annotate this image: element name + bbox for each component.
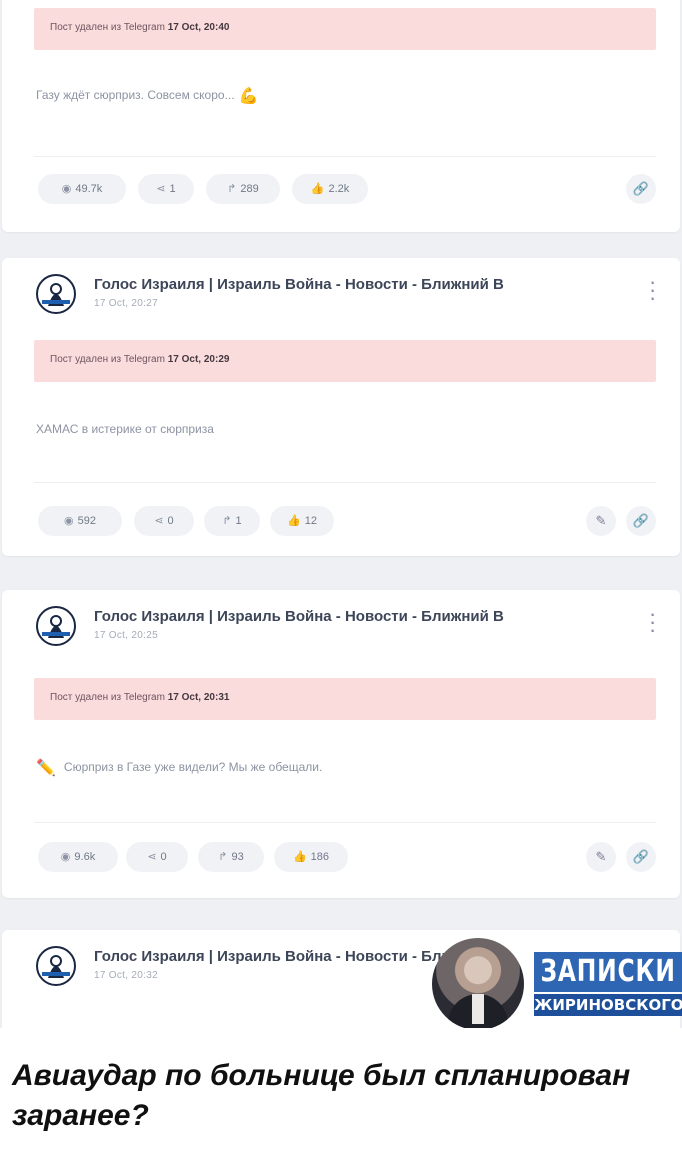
channel-header: Голос Израиля | Израиль Война - Новости …	[36, 606, 656, 650]
thumbs-up-icon: 👍	[310, 183, 325, 195]
post-stats: ◉ 49.7k ⋖ 1 ↱ 289 👍 2.2k 🔗	[38, 174, 658, 204]
meme-caption: Авиаудар по больнице был спланирован зар…	[12, 1059, 631, 1132]
eye-icon: ◉	[61, 183, 72, 195]
divider	[34, 156, 656, 157]
deleted-time: 17 Oct, 20:31	[167, 692, 230, 703]
channel-header: Голос Израиля | Израиль Война - Новости …	[36, 274, 656, 318]
forward-icon: ↱	[222, 515, 232, 527]
pencil-icon: ✏️	[36, 760, 56, 777]
post-card: Пост удален из Telegram 17 Oct, 20:40 Га…	[2, 0, 680, 232]
forwards-stat: ↱ 1	[204, 506, 260, 536]
watermark-title: ЗАПИСКИ	[534, 952, 682, 992]
thumbs-up-icon: 👍	[292, 851, 307, 863]
divider	[34, 482, 656, 483]
link-icon[interactable]: 🔗	[626, 506, 656, 536]
post-stats: ◉ 592 ⋖ 0 ↱ 1 👍 12 ✎ 🔗	[38, 506, 658, 536]
post-card: Голос Израиля | Израиль Война - Новости …	[2, 258, 680, 556]
post-date: 17 Oct, 20:25	[94, 630, 158, 641]
shares-stat: ⋖ 1	[138, 174, 194, 204]
views-stat: ◉ 49.7k	[38, 174, 126, 204]
divider	[34, 822, 656, 823]
channel-avatar[interactable]	[36, 274, 76, 314]
forwards-stat: ↱ 289	[206, 174, 280, 204]
link-icon[interactable]: 🔗	[626, 842, 656, 872]
likes-stat: 👍 2.2k	[292, 174, 368, 204]
post-text: Газу ждёт сюрприз. Совсем скоро... 💪	[36, 88, 259, 105]
deleted-notice: Пост удален из Telegram 17 Oct, 20:40	[34, 8, 656, 50]
channel-logo-icon	[39, 609, 73, 643]
channel-avatar[interactable]	[36, 946, 76, 986]
forward-icon: ↱	[227, 183, 237, 195]
forward-icon: ↱	[218, 851, 228, 863]
watermark-logo: ЗАПИСКИ ЖИРИНОВСКОГО	[432, 938, 682, 1028]
portrait-photo	[432, 938, 524, 1028]
post-stats: ◉ 9.6k ⋖ 0 ↱ 93 👍 186 ✎ 🔗	[38, 842, 658, 872]
more-options-icon[interactable]: ···	[648, 276, 658, 308]
post-date: 17 Oct, 20:27	[94, 298, 158, 309]
deleted-label: Пост удален из Telegram	[50, 692, 165, 703]
link-icon[interactable]: 🔗	[626, 174, 656, 204]
post-text: ✏️ Сюрприз в Газе уже видели? Мы же обеща…	[36, 760, 323, 777]
likes-stat: 👍 186	[274, 842, 348, 872]
shares-stat: ⋖ 0	[134, 506, 194, 536]
post-text: ХАМАС в истерике от сюрприза	[36, 422, 214, 436]
watermark-subtitle: ЖИРИНОВСКОГО	[534, 994, 682, 1016]
deleted-notice: Пост удален из Telegram 17 Oct, 20:31	[34, 678, 656, 720]
eye-icon: ◉	[60, 851, 71, 863]
post-feed: Пост удален из Telegram 17 Oct, 20:40 Га…	[0, 0, 682, 1028]
more-options-icon[interactable]: ···	[648, 608, 658, 640]
deleted-label: Пост удален из Telegram	[50, 354, 165, 365]
views-stat: ◉ 9.6k	[38, 842, 118, 872]
thumbs-up-icon: 👍	[287, 515, 301, 527]
shares-stat: ⋖ 0	[126, 842, 188, 872]
deleted-time: 17 Oct, 20:40	[167, 22, 230, 33]
likes-stat: 👍 12	[270, 506, 334, 536]
post-date: 17 Oct, 20:32	[94, 970, 158, 981]
channel-avatar[interactable]	[36, 606, 76, 646]
deleted-label: Пост удален из Telegram	[50, 22, 165, 33]
views-stat: ◉ 592	[38, 506, 122, 536]
channel-title[interactable]: Голос Израиля | Израиль Война - Новости …	[94, 608, 642, 625]
deleted-time: 17 Oct, 20:29	[167, 354, 230, 365]
deleted-notice: Пост удален из Telegram 17 Oct, 20:29	[34, 340, 656, 382]
channel-logo-icon	[39, 277, 73, 311]
post-card: Голос Израиля | Израиль Война - Новости …	[2, 590, 680, 898]
share-icon: ⋖	[156, 183, 166, 195]
edit-icon[interactable]: ✎	[586, 506, 616, 536]
forwards-stat: ↱ 93	[198, 842, 264, 872]
flexed-biceps-icon: 💪	[238, 88, 259, 105]
channel-logo-icon	[39, 949, 73, 983]
channel-title[interactable]: Голос Израиля | Израиль Война - Новости …	[94, 276, 642, 293]
share-icon: ⋖	[147, 851, 157, 863]
share-icon: ⋖	[154, 515, 164, 527]
eye-icon: ◉	[64, 515, 74, 527]
edit-icon[interactable]: ✎	[586, 842, 616, 872]
